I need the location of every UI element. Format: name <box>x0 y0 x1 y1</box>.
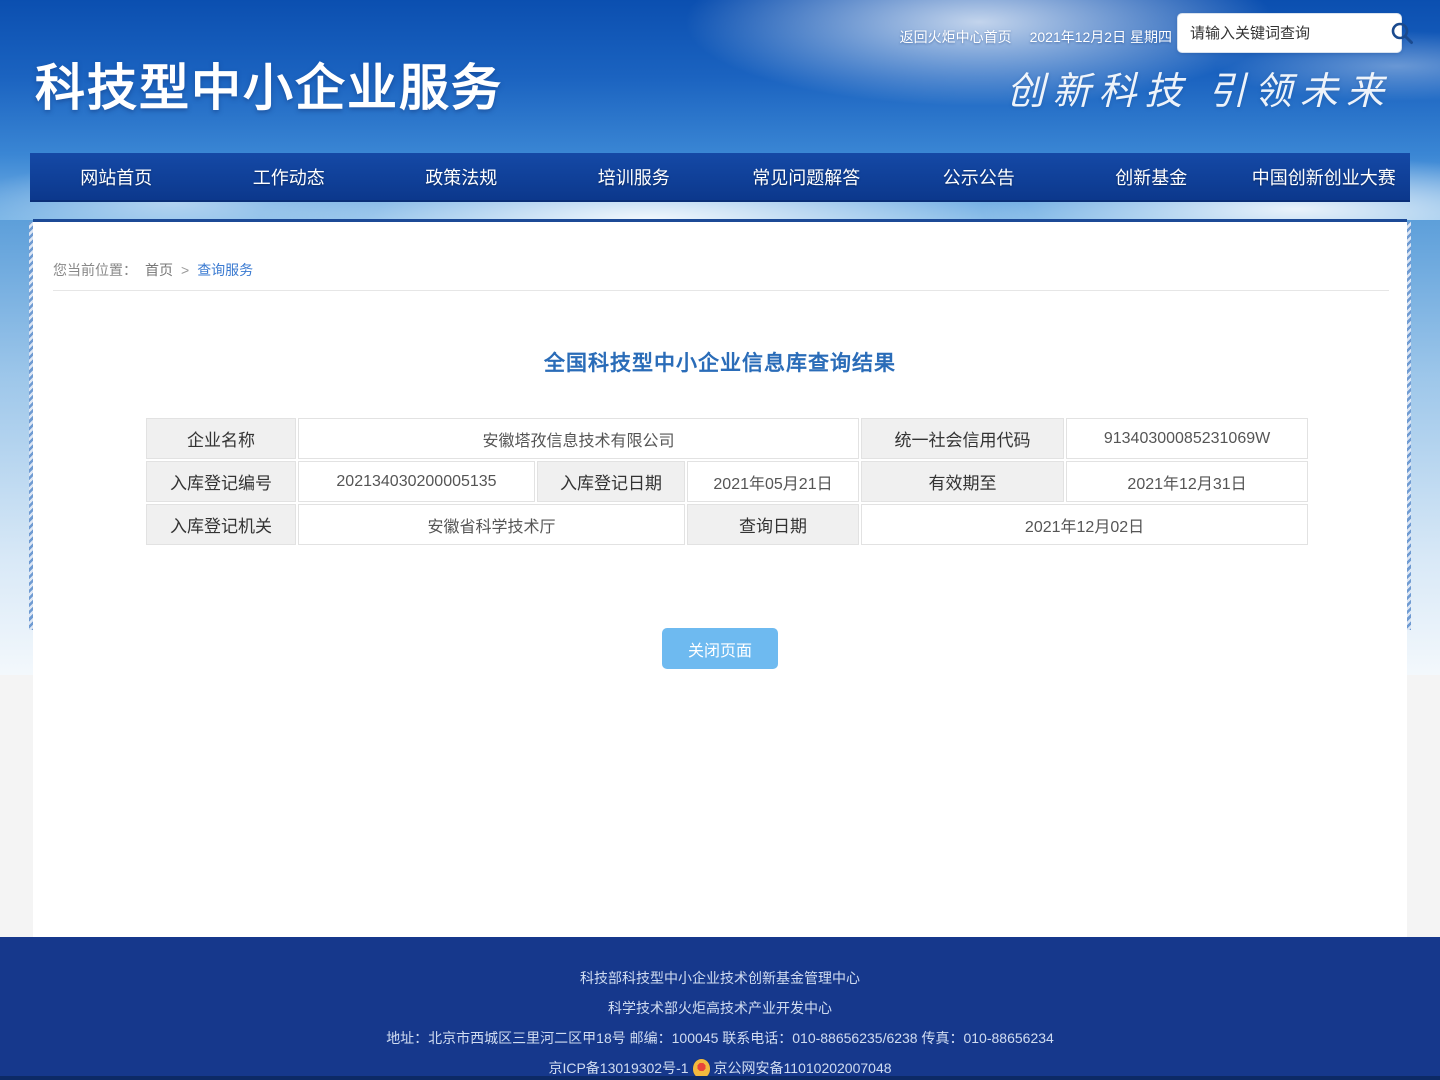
value-registration-authority: 安徽省科学技术厅 <box>298 504 685 545</box>
header-utility-bar: 返回火炬中心首页 2021年12月2日 星期四 <box>900 27 1172 47</box>
nav-item-competition[interactable]: 中国创新创业大赛 <box>1238 164 1411 190</box>
search-button[interactable] <box>1389 18 1415 48</box>
return-torch-home-link[interactable]: 返回火炬中心首页 <box>900 27 1012 47</box>
value-company-name: 安徽塔孜信息技术有限公司 <box>298 418 859 459</box>
page-title: 全国科技型中小企业信息库查询结果 <box>33 347 1407 377</box>
nav-item-training[interactable]: 培训服务 <box>548 164 721 190</box>
value-valid-until: 2021年12月31日 <box>1066 461 1308 502</box>
footer-org-line-1: 科技部科技型中小企业技术创新基金管理中心 <box>0 937 1440 993</box>
police-badge-icon <box>693 1059 710 1078</box>
site-logo: 科技型中小企业服务 <box>35 48 595 120</box>
search-box[interactable] <box>1177 13 1402 53</box>
query-result-table: 企业名称 安徽塔孜信息技术有限公司 统一社会信用代码 9134030008523… <box>144 416 1310 547</box>
search-icon <box>1389 20 1415 46</box>
label-registration-date: 入库登记日期 <box>537 461 685 502</box>
breadcrumb-divider <box>53 290 1389 291</box>
label-company-name: 企业名称 <box>146 418 296 459</box>
nav-item-work-news[interactable]: 工作动态 <box>203 164 376 190</box>
nav-item-faq[interactable]: 常见问题解答 <box>720 164 893 190</box>
nav-item-home[interactable]: 网站首页 <box>30 164 203 190</box>
breadcrumb: 您当前位置： 首页 > 查询服务 <box>53 260 253 280</box>
nav-item-policies[interactable]: 政策法规 <box>375 164 548 190</box>
footer-bottom-strip <box>0 1076 1440 1080</box>
current-date: 2021年12月2日 星期四 <box>1030 27 1172 47</box>
value-query-date: 2021年12月02日 <box>861 504 1308 545</box>
breadcrumb-current-link[interactable]: 查询服务 <box>197 260 253 280</box>
breadcrumb-home-link[interactable]: 首页 <box>145 260 173 280</box>
nav-item-announcements[interactable]: 公示公告 <box>893 164 1066 190</box>
main-navigation: 网站首页 工作动态 政策法规 培训服务 常见问题解答 公示公告 创新基金 中国创… <box>30 153 1410 202</box>
table-row: 入库登记编号 202134030200005135 入库登记日期 2021年05… <box>146 461 1308 502</box>
footer-address-line: 地址：北京市西城区三里河二区甲18号 邮编：100045 联系电话：010-88… <box>0 1023 1440 1053</box>
value-registration-date: 2021年05月21日 <box>687 461 859 502</box>
header-slogan: 创新科技 引领未来 <box>1006 60 1392 115</box>
label-registration-number: 入库登记编号 <box>146 461 296 502</box>
breadcrumb-prefix: 您当前位置： <box>53 260 137 280</box>
label-query-date: 查询日期 <box>687 504 859 545</box>
label-valid-until: 有效期至 <box>861 461 1064 502</box>
close-page-button[interactable]: 关闭页面 <box>662 628 778 669</box>
table-row: 入库登记机关 安徽省科学技术厅 查询日期 2021年12月02日 <box>146 504 1308 545</box>
page-footer: 科技部科技型中小企业技术创新基金管理中心 科学技术部火炬高技术产业开发中心 地址… <box>0 937 1440 1080</box>
content-panel: 您当前位置： 首页 > 查询服务 全国科技型中小企业信息库查询结果 企业名称 安… <box>33 219 1407 937</box>
table-row: 企业名称 安徽塔孜信息技术有限公司 统一社会信用代码 9134030008523… <box>146 418 1308 459</box>
nav-item-innovation-fund[interactable]: 创新基金 <box>1065 164 1238 190</box>
label-credit-code: 统一社会信用代码 <box>861 418 1064 459</box>
label-registration-authority: 入库登记机关 <box>146 504 296 545</box>
search-input[interactable] <box>1190 25 1389 42</box>
breadcrumb-separator: > <box>181 262 189 278</box>
value-registration-number: 202134030200005135 <box>298 461 535 502</box>
footer-org-line-2: 科学技术部火炬高技术产业开发中心 <box>0 993 1440 1023</box>
value-credit-code: 91340300085231069W <box>1066 418 1308 459</box>
